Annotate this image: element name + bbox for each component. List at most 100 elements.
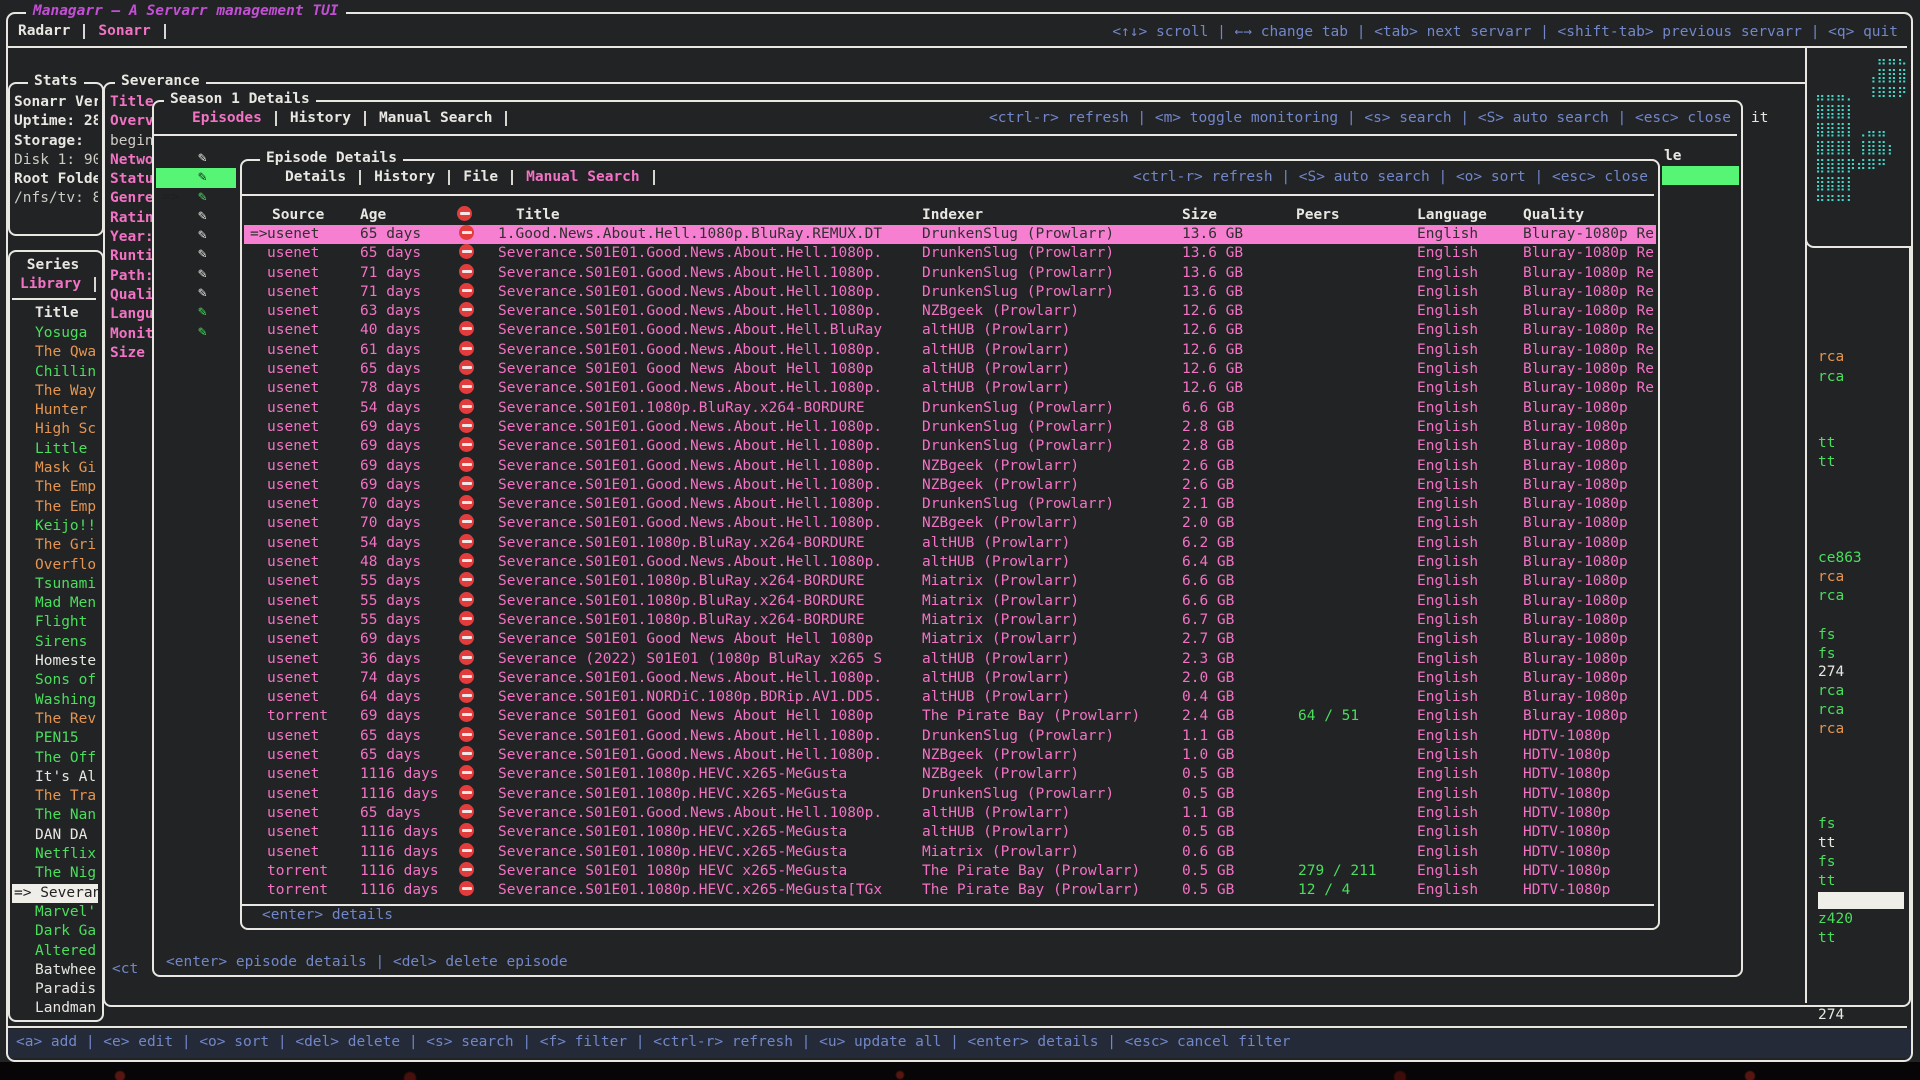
series-list-item[interactable]: Netflix <box>12 845 98 864</box>
series-list-item[interactable]: The Rev <box>12 710 98 729</box>
release-row[interactable]: usenet 1116 days Severance.S01E01.1080p.… <box>244 823 1656 842</box>
series-list-item[interactable]: Landman <box>12 999 98 1018</box>
series-list-item[interactable]: Overflo <box>12 556 98 575</box>
release-row[interactable]: usenet 69 days Severance S01E01 Good New… <box>244 630 1656 649</box>
series-list-item[interactable]: The Emp <box>12 478 98 497</box>
series-list-item[interactable]: => Severan <box>12 884 98 903</box>
release-row[interactable]: usenet 70 days Severance.S01E01.Good.New… <box>244 495 1656 514</box>
release-row[interactable]: usenet 55 days Severance.S01E01.1080p.Bl… <box>244 572 1656 591</box>
release-row[interactable]: usenet 65 days Severance.S01E01.Good.New… <box>244 746 1656 765</box>
series-list-item[interactable]: Mask Gi <box>12 459 98 478</box>
series-list-item[interactable]: Hunter <box>12 401 98 420</box>
release-row[interactable]: usenet 1116 days Severance.S01E01.1080p.… <box>244 785 1656 804</box>
tab-library[interactable]: Library <box>20 275 81 294</box>
release-row[interactable]: usenet 48 days Severance.S01E01.Good.New… <box>244 553 1656 572</box>
servarr-tab[interactable]: Sonarr <box>98 22 150 41</box>
episode-tab[interactable]: Manual Search <box>526 168 640 187</box>
release-row[interactable]: usenet 74 days Severance.S01E01.Good.New… <box>244 669 1656 688</box>
series-list-item[interactable]: Mad Men <box>12 594 98 613</box>
col-header-size[interactable]: Size <box>1182 206 1217 225</box>
release-row[interactable]: torrent 69 days Severance S01E01 Good Ne… <box>244 707 1656 726</box>
col-header-rejected-icon[interactable] <box>457 206 472 221</box>
release-row[interactable]: usenet 69 days Severance.S01E01.Good.New… <box>244 418 1656 437</box>
season-tab[interactable]: Episodes <box>192 109 262 128</box>
col-header-quality[interactable]: Quality <box>1523 206 1584 225</box>
release-row[interactable]: usenet 54 days Severance.S01E01.1080p.Bl… <box>244 399 1656 418</box>
series-list-item[interactable]: Washing <box>12 691 98 710</box>
col-header-source[interactable]: Source <box>272 206 324 225</box>
episode-tab[interactable]: Details <box>285 168 346 187</box>
episode-monitor-row[interactable]: => ✎ <box>156 207 240 226</box>
series-list-item[interactable]: The Emp <box>12 498 98 517</box>
episode-monitor-row[interactable]: => ✎ <box>156 149 240 168</box>
release-row[interactable]: usenet 69 days Severance.S01E01.Good.New… <box>244 437 1656 456</box>
release-row[interactable]: torrent 1116 days Severance S01E01 1080p… <box>244 862 1656 881</box>
release-row[interactable]: usenet 69 days Severance.S01E01.Good.New… <box>244 476 1656 495</box>
series-list-item[interactable]: The Gri <box>12 536 98 555</box>
release-row[interactable]: usenet 36 days Severance (2022) S01E01 (… <box>244 650 1656 669</box>
release-row[interactable]: usenet 65 days Severance.S01E01.Good.New… <box>244 244 1656 263</box>
series-list-item[interactable]: Homeste <box>12 652 98 671</box>
release-row[interactable]: usenet 64 days Severance.S01E01.NORDiC.1… <box>244 688 1656 707</box>
release-row[interactable]: => usenet 65 days 1.Good.News.About.Hell… <box>244 225 1656 244</box>
episode-monitor-row[interactable]: => ✎ <box>156 265 240 284</box>
series-list-item[interactable]: The Nan <box>12 806 98 825</box>
episode-monitor-row[interactable]: => ✎ <box>156 245 240 264</box>
season-tab[interactable]: Manual Search <box>379 109 493 128</box>
release-row[interactable]: usenet 54 days Severance.S01E01.1080p.Bl… <box>244 534 1656 553</box>
release-row[interactable]: usenet 71 days Severance.S01E01.Good.New… <box>244 264 1656 283</box>
series-list-item[interactable]: Tsunami <box>12 575 98 594</box>
episode-tab[interactable]: History <box>374 168 435 187</box>
series-list-item[interactable]: Flight <box>12 613 98 632</box>
release-row[interactable]: usenet 70 days Severance.S01E01.Good.New… <box>244 514 1656 533</box>
series-list-item[interactable]: Sons of <box>12 671 98 690</box>
episode-monitor-row[interactable]: => ✎ <box>156 303 240 322</box>
series-list-item[interactable]: The Tra <box>12 787 98 806</box>
series-list-item[interactable]: The Way <box>12 382 98 401</box>
episode-monitor-row[interactable]: => ✎ <box>156 323 240 342</box>
series-list-item[interactable]: It's Al <box>12 768 98 787</box>
release-row[interactable]: usenet 69 days Severance.S01E01.Good.New… <box>244 457 1656 476</box>
series-list-item[interactable]: Keijo!! <box>12 517 98 536</box>
series-list-item[interactable]: Little <box>12 440 98 459</box>
series-list-item[interactable]: The Qwa <box>12 343 98 362</box>
release-row[interactable]: usenet 65 days Severance S01E01 Good New… <box>244 360 1656 379</box>
series-list-item[interactable]: High Sc <box>12 420 98 439</box>
col-header-peers[interactable]: Peers <box>1296 206 1340 225</box>
release-row[interactable]: usenet 55 days Severance.S01E01.1080p.Bl… <box>244 611 1656 630</box>
series-list-item[interactable]: DAN DA <box>12 826 98 845</box>
col-header-title[interactable]: Title <box>516 206 560 225</box>
series-list-item[interactable]: Batwhee <box>12 961 98 980</box>
series-list-item[interactable]: Yosuga <box>12 324 98 343</box>
series-list-item[interactable]: Marvel' <box>12 903 98 922</box>
episode-monitor-row[interactable]: => ✎ <box>156 168 236 187</box>
release-row[interactable]: usenet 65 days Severance.S01E01.Good.New… <box>244 804 1656 823</box>
release-row[interactable]: torrent 1116 days Severance.S01E01.1080p… <box>244 881 1656 900</box>
series-list-item[interactable]: Altered <box>12 942 98 961</box>
series-list-item[interactable]: Sirens <box>12 633 98 652</box>
episode-monitor-row[interactable]: => ✎ <box>156 226 240 245</box>
col-header-age[interactable]: Age <box>360 206 386 225</box>
season-tab[interactable]: History <box>290 109 351 128</box>
series-list-item[interactable]: PEN15 <box>12 729 98 748</box>
series-list-item[interactable]: Chillin <box>12 363 98 382</box>
episode-monitor-row[interactable]: => ✎ <box>156 188 240 207</box>
episode-monitor-row[interactable]: => ✎ <box>156 284 240 303</box>
release-row[interactable]: usenet 63 days Severance.S01E01.Good.New… <box>244 302 1656 321</box>
release-row[interactable]: usenet 55 days Severance.S01E01.1080p.Bl… <box>244 592 1656 611</box>
release-row[interactable]: usenet 71 days Severance.S01E01.Good.New… <box>244 283 1656 302</box>
series-list-item[interactable]: Dark Ga <box>12 922 98 941</box>
release-row[interactable]: usenet 78 days Severance.S01E01.Good.New… <box>244 379 1656 398</box>
series-list-item[interactable]: The Off <box>12 749 98 768</box>
release-row[interactable]: usenet 61 days Severance.S01E01.Good.New… <box>244 341 1656 360</box>
col-header-indexer[interactable]: Indexer <box>922 206 983 225</box>
release-row[interactable]: usenet 1116 days Severance.S01E01.1080p.… <box>244 843 1656 862</box>
servarr-tab[interactable]: Radarr <box>18 22 70 41</box>
series-list-item[interactable]: The Nig <box>12 864 98 883</box>
release-row[interactable]: usenet 40 days Severance.S01E01.Good.New… <box>244 321 1656 340</box>
series-list-item[interactable]: Paradis <box>12 980 98 999</box>
release-row[interactable]: usenet 1116 days Severance.S01E01.1080p.… <box>244 765 1656 784</box>
release-row[interactable]: usenet 65 days Severance.S01E01.Good.New… <box>244 727 1656 746</box>
episode-tab[interactable]: File <box>463 168 498 187</box>
col-header-language[interactable]: Language <box>1417 206 1487 225</box>
